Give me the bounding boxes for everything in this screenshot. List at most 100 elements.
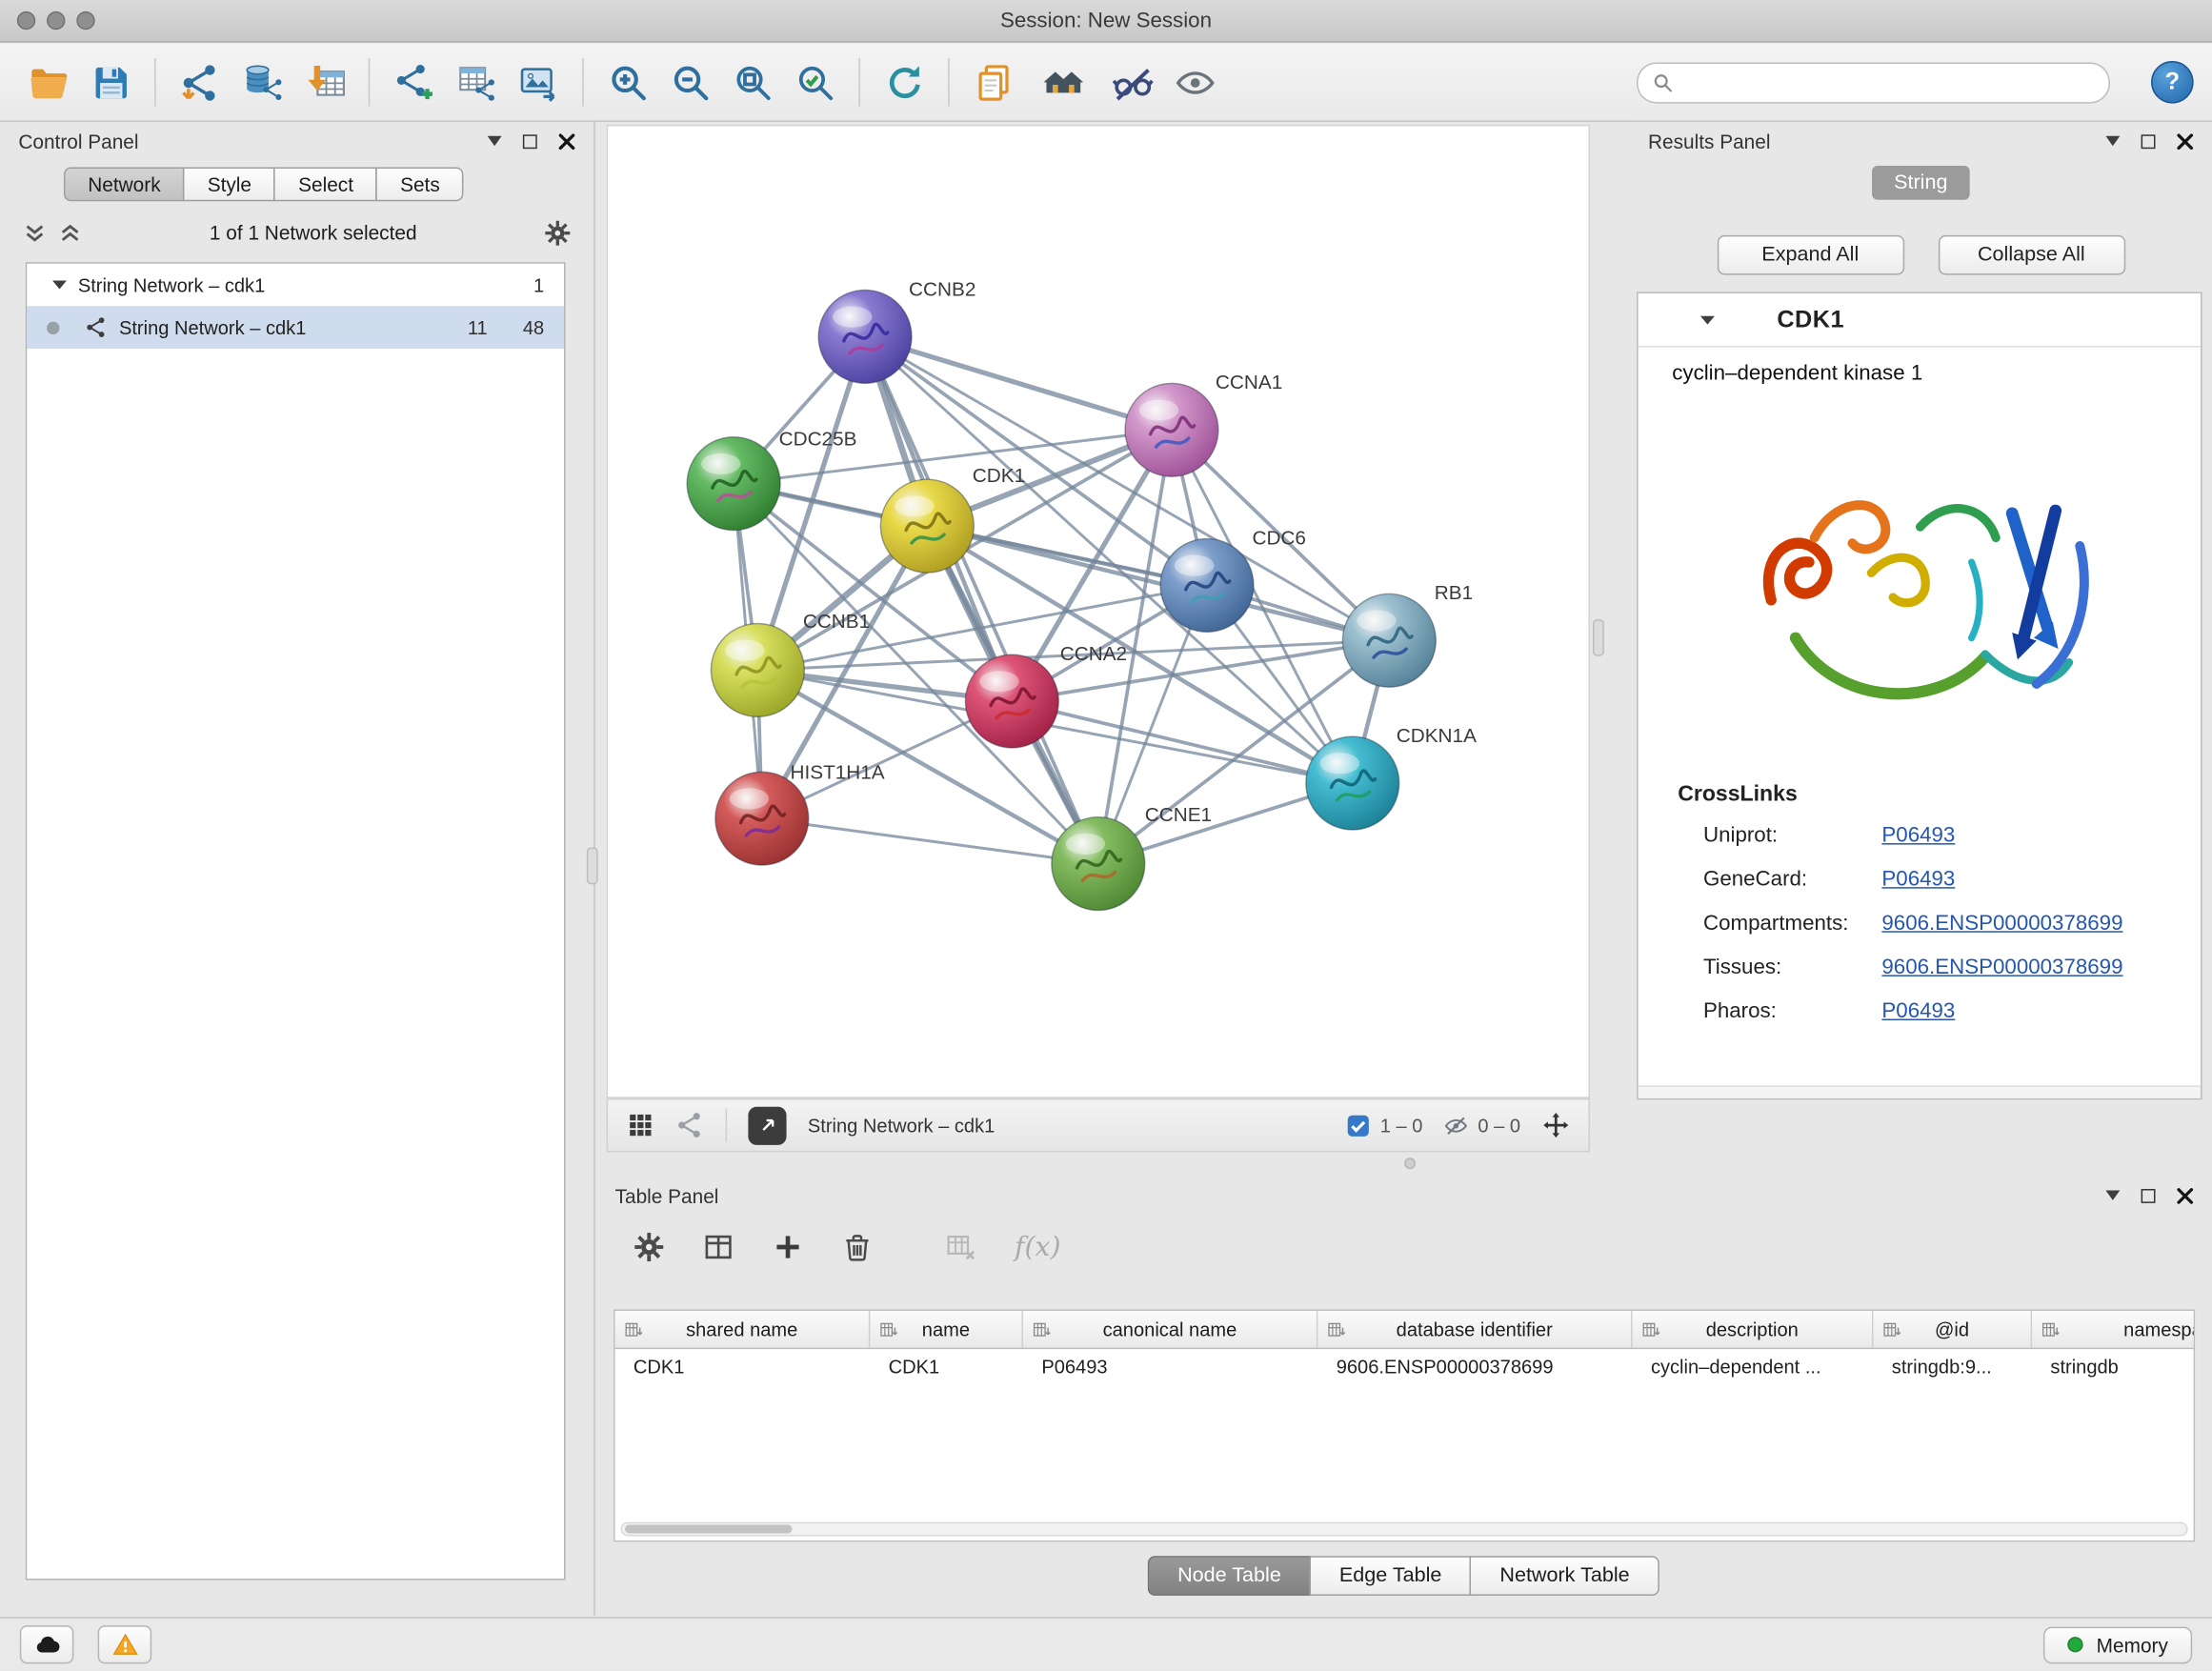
collapse-all-icon[interactable] <box>23 220 47 244</box>
hidden-eye-slash-icon[interactable] <box>1444 1113 1468 1137</box>
table-cell[interactable]: stringdb:9... <box>1873 1349 2032 1386</box>
crosslink-value[interactable]: P06493 <box>1881 999 1955 1023</box>
table-cell[interactable]: cyclin–dependent ... <box>1633 1349 1874 1386</box>
save-session-button[interactable] <box>85 52 136 111</box>
table-cell[interactable]: CDK1 <box>870 1349 1023 1386</box>
panel-menu-icon[interactable] <box>488 136 502 146</box>
birds-eye-view-icon[interactable] <box>626 1111 654 1139</box>
zoom-out-button[interactable] <box>665 52 716 111</box>
network-edge[interactable] <box>927 526 1389 640</box>
network-row[interactable]: String Network – cdk1 11 48 <box>27 306 564 349</box>
network-node-CCNA1[interactable]: CCNA1 <box>1125 372 1282 476</box>
float-panel-icon[interactable] <box>523 134 537 149</box>
column-header-namespace[interactable]: namespace <box>2032 1311 2195 1348</box>
zoom-selected-button[interactable] <box>790 52 841 111</box>
help-button[interactable]: ? <box>2151 61 2194 104</box>
expand-all-icon[interactable] <box>58 220 82 244</box>
delete-column-icon[interactable] <box>842 1232 874 1263</box>
float-panel-icon[interactable] <box>2142 1188 2156 1202</box>
collapse-all-button[interactable]: Collapse All <box>1938 235 2124 275</box>
pan-move-icon[interactable] <box>1541 1111 1570 1139</box>
network-node-CCNB2[interactable]: CCNB2 <box>818 278 975 383</box>
tab-node-table[interactable]: Node Table <box>1148 1556 1311 1596</box>
string-home-button[interactable] <box>1030 52 1095 111</box>
search-box[interactable] <box>1637 62 2110 103</box>
network-edge[interactable] <box>865 336 1098 863</box>
network-node-HIST1H1A[interactable]: HIST1H1A <box>715 762 885 865</box>
network-node-CCNB1[interactable]: CCNB1 <box>711 611 870 716</box>
float-panel-icon[interactable] <box>2142 134 2156 149</box>
memory-button[interactable]: Memory <box>2044 1626 2193 1663</box>
column-header-sharedname[interactable]: shared name <box>615 1311 871 1348</box>
table-cell[interactable]: stringdb <box>2032 1349 2195 1386</box>
expand-all-button[interactable]: Expand All <box>1717 235 1903 275</box>
network-node-CDK1[interactable]: CDK1 <box>880 465 1025 573</box>
new-network-from-table-button[interactable] <box>451 52 502 111</box>
results-scrollbar[interactable] <box>1639 1085 2202 1097</box>
copy-button[interactable] <box>968 52 1019 111</box>
scrollbar-thumb[interactable] <box>625 1525 793 1534</box>
new-network-button[interactable] <box>389 52 440 111</box>
warnings-button[interactable] <box>98 1625 152 1663</box>
network-node-CDKN1A[interactable]: CDKN1A <box>1306 725 1477 830</box>
tab-edge-table[interactable]: Edge Table <box>1310 1556 1472 1596</box>
column-header-databaseidentifier[interactable]: database identifier <box>1317 1311 1632 1348</box>
network-node-RB1[interactable]: RB1 <box>1342 582 1473 687</box>
tab-string[interactable]: String <box>1871 166 1970 200</box>
table-settings-gear-icon[interactable] <box>633 1232 665 1263</box>
close-window-button[interactable] <box>17 11 35 30</box>
export-image-button[interactable] <box>513 52 564 111</box>
import-network-file-button[interactable] <box>174 52 226 111</box>
enhanced-labels-button[interactable] <box>1107 52 1158 111</box>
table-cell[interactable]: P06493 <box>1023 1349 1317 1386</box>
collapse-gene-icon[interactable] <box>1700 315 1715 324</box>
table-cell[interactable]: CDK1 <box>615 1349 871 1386</box>
close-panel-icon[interactable] <box>2177 1187 2194 1204</box>
tab-sets[interactable]: Sets <box>376 168 464 202</box>
selected-checkbox-icon[interactable] <box>1346 1113 1370 1137</box>
open-session-button[interactable] <box>23 52 74 111</box>
panel-menu-icon[interactable] <box>2105 1191 2120 1200</box>
close-panel-icon[interactable] <box>2177 132 2194 150</box>
panel-menu-icon[interactable] <box>2105 136 2120 146</box>
column-header-id[interactable]: @id <box>1873 1311 2032 1348</box>
search-input[interactable] <box>1683 70 2094 96</box>
import-network-database-button[interactable] <box>236 52 288 111</box>
apply-layout-button[interactable] <box>878 52 930 111</box>
add-column-icon[interactable] <box>773 1232 804 1263</box>
import-table-file-button[interactable] <box>299 52 351 111</box>
column-header-description[interactable]: description <box>1633 1311 1874 1348</box>
splitter-handle[interactable] <box>587 848 598 885</box>
share-network-icon[interactable] <box>676 1111 705 1139</box>
splitter-handle[interactable] <box>1593 619 1604 656</box>
crosslink-value[interactable]: P06493 <box>1881 867 1955 891</box>
network-collection-row[interactable]: String Network – cdk1 1 <box>27 264 564 307</box>
show-structures-button[interactable] <box>1169 52 1220 111</box>
network-view[interactable]: CCNB2CCNA1CDC25BCDK1CDC6RB1CCNB1CCNA2CDK… <box>607 125 1590 1098</box>
show-columns-icon[interactable] <box>703 1232 734 1263</box>
table-row[interactable]: CDK1CDK1P064939606.ENSP00000378699cyclin… <box>615 1349 2196 1386</box>
disclosure-triangle-icon[interactable] <box>52 281 67 290</box>
column-header-name[interactable]: name <box>870 1311 1023 1348</box>
network-edge[interactable] <box>865 336 1172 430</box>
gene-header[interactable]: CDK1 <box>1639 293 2202 348</box>
open-in-new-button[interactable] <box>748 1106 786 1144</box>
gear-icon[interactable] <box>544 219 571 246</box>
zoom-fit-button[interactable] <box>727 52 778 111</box>
crosslink-value[interactable]: 9606.ENSP00000378699 <box>1881 956 2122 979</box>
network-edge[interactable] <box>762 818 1098 863</box>
network-canvas[interactable]: CCNB2CCNA1CDC25BCDK1CDC6RB1CCNB1CCNA2CDK… <box>608 126 1588 1097</box>
cloud-status-button[interactable] <box>20 1625 74 1663</box>
tab-network-table[interactable]: Network Table <box>1470 1556 1659 1596</box>
tab-style[interactable]: Style <box>183 168 275 202</box>
splitter-handle[interactable] <box>1404 1158 1416 1169</box>
crosslink-value[interactable]: P06493 <box>1881 823 1955 847</box>
tab-network[interactable]: Network <box>64 168 185 202</box>
minimize-window-button[interactable] <box>47 11 65 30</box>
zoom-in-button[interactable] <box>602 52 654 111</box>
column-header-canonicalname[interactable]: canonical name <box>1023 1311 1317 1348</box>
zoom-window-button[interactable] <box>76 11 94 30</box>
table-horizontal-scrollbar[interactable] <box>621 1522 2188 1537</box>
table-cell[interactable]: 9606.ENSP00000378699 <box>1317 1349 1632 1386</box>
close-panel-icon[interactable] <box>558 132 575 150</box>
